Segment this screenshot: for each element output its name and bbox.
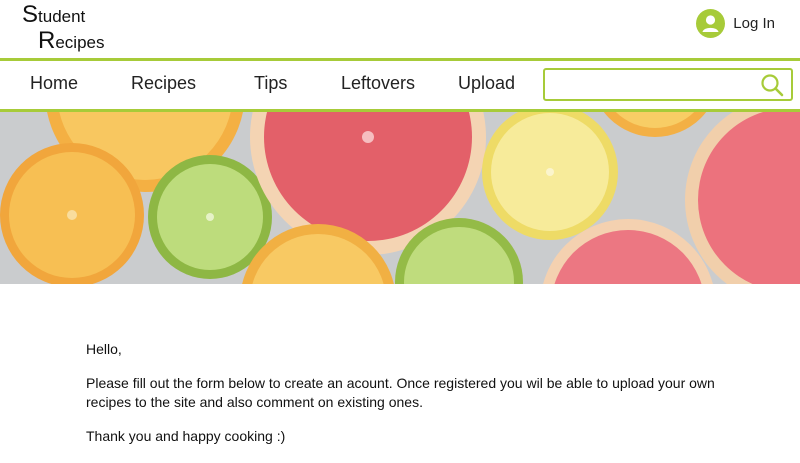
- logo-cap-r: R: [38, 27, 56, 54]
- logo-cap-s: S: [22, 1, 39, 28]
- registration-intro: Hello, Please fill out the form below to…: [86, 340, 736, 461]
- search-box: [543, 68, 793, 101]
- nav-item-upload[interactable]: Upload: [458, 73, 515, 94]
- logo-line-student: Student: [22, 3, 104, 29]
- logo-text-tudent: tudent: [38, 7, 86, 26]
- user-avatar-icon: [696, 9, 726, 38]
- intro-text: Please fill out the form below to create…: [86, 375, 715, 410]
- hero-banner: [0, 112, 800, 284]
- search-input[interactable]: [551, 73, 755, 97]
- logo-text-ecipes: ecipes: [55, 33, 105, 52]
- nav-item-leftovers[interactable]: Leftovers: [341, 73, 415, 94]
- site-logo[interactable]: Student Recipes: [22, 3, 104, 55]
- citrus-slices-banner: [0, 112, 800, 284]
- search-icon[interactable]: [759, 72, 785, 98]
- nav-item-recipes[interactable]: Recipes: [131, 73, 196, 94]
- header: Student Recipes Log In: [0, 0, 800, 58]
- nav-item-home[interactable]: Home: [30, 73, 78, 94]
- login-label: Log In: [733, 15, 775, 32]
- greeting-text: Hello,: [86, 341, 122, 357]
- logo-line-recipes: Recipes: [22, 29, 104, 55]
- closing-text: Thank you and happy cooking :): [86, 428, 286, 444]
- login-button[interactable]: Log In: [696, 9, 775, 38]
- page: Student Recipes Log In Home Recipes Tips…: [0, 0, 800, 463]
- nav-item-tips[interactable]: Tips: [254, 73, 287, 94]
